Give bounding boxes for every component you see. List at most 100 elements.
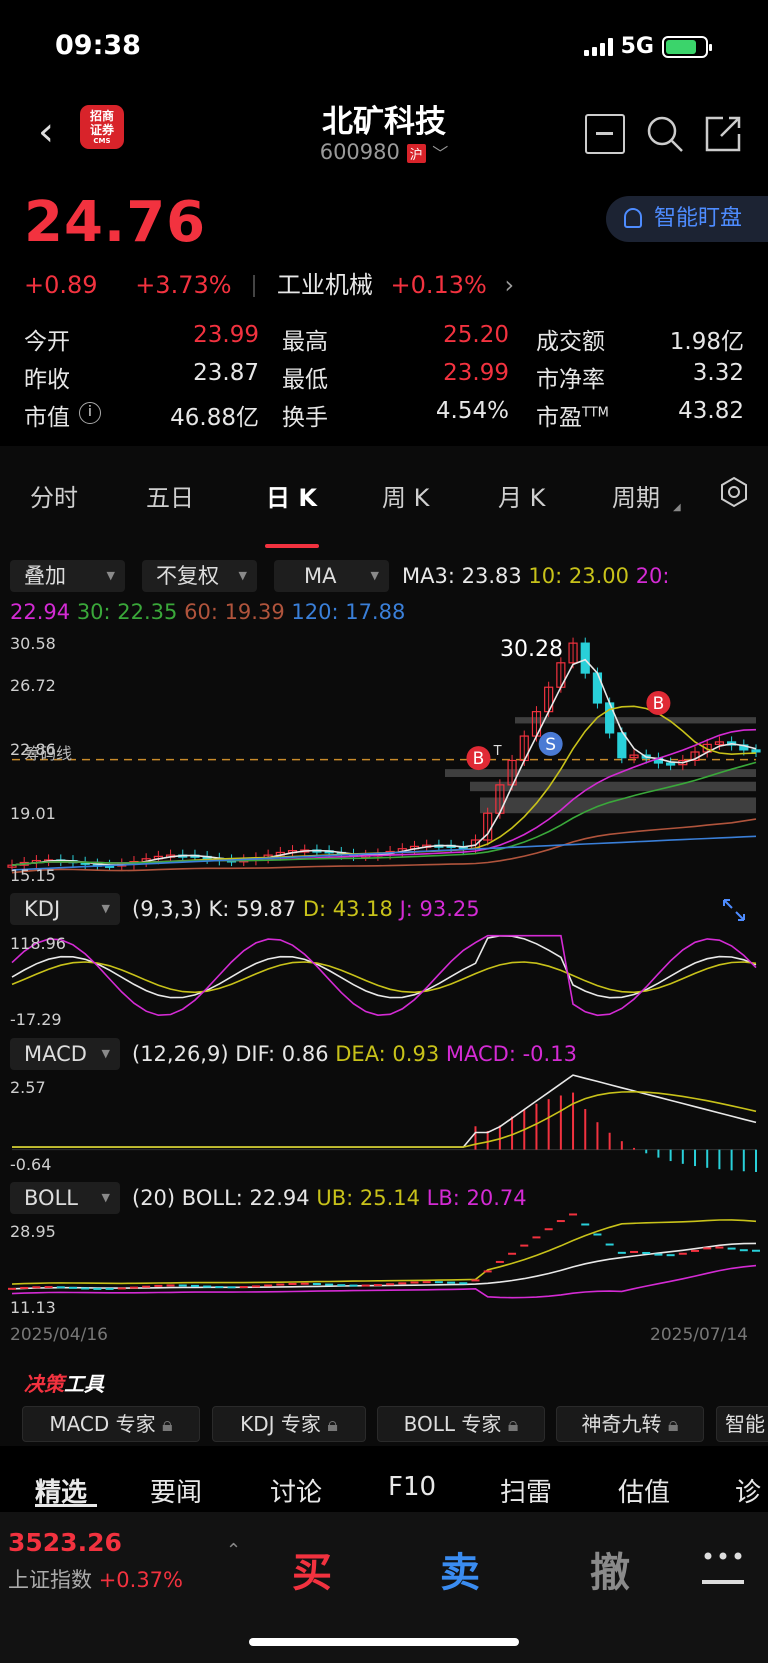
smart-watch-button[interactable]: 智能盯盘	[606, 196, 768, 242]
lock-icon: 🔒︎	[162, 1412, 173, 1436]
tab-risk-scan[interactable]: 扫雷	[500, 1472, 552, 1509]
kline-ytick-2: 26.72	[10, 676, 56, 695]
sell-marker-text: S	[545, 735, 556, 755]
tab-five-day[interactable]: 五日	[146, 478, 194, 513]
indicator-select[interactable]: MA	[274, 560, 389, 592]
low-value: 23.99	[443, 360, 509, 386]
kdj-chart[interactable]	[0, 925, 768, 1035]
tool-smart[interactable]: 智能	[716, 1406, 768, 1442]
date-start: 2025/04/16	[10, 1325, 108, 1345]
amount-label: 成交额	[536, 329, 605, 355]
lock-icon: 🔒︎	[507, 1412, 519, 1436]
content-tab-indicator	[35, 1504, 97, 1507]
boll-values: (20) BOLL: 22.94 UB: 25.14 LB: 20.74	[132, 1186, 527, 1210]
date-end: 2025/07/14	[650, 1325, 748, 1345]
kdj-values: (9,3,3) K: 59.87 D: 43.18 J: 93.25	[132, 897, 480, 921]
cancel-button[interactable]: 撤	[590, 1540, 630, 1598]
kline-candle	[580, 642, 590, 674]
pb-label: 市净率	[536, 367, 605, 393]
tab-valuation[interactable]: 估值	[618, 1472, 670, 1509]
tool-boll-expert[interactable]: BOLL 专家 🔒︎	[377, 1406, 545, 1442]
tool-magic-nine[interactable]: 神奇九转 🔒︎	[556, 1406, 704, 1442]
turnover-value: 4.54%	[435, 398, 509, 424]
period-corner-icon: ◢	[673, 502, 681, 513]
info-icon[interactable]: i	[79, 402, 101, 424]
chevron-right-icon[interactable]: ›	[504, 271, 514, 299]
period-tabs: 分时 五日 日 K 周 K 月 K 周期 ◢	[0, 470, 768, 526]
bell-icon	[624, 208, 642, 228]
macd-select[interactable]: MACD	[10, 1038, 120, 1070]
mcap-value: 46.88亿	[170, 405, 259, 431]
pe-value: 43.82	[678, 398, 744, 424]
tab-diagnosis[interactable]: 诊	[735, 1472, 761, 1509]
exchange-badge: 沪	[406, 143, 426, 163]
cost-line-label: 筹码线	[24, 744, 73, 763]
macd-dif-line	[12, 1074, 757, 1148]
kdj-j-line	[11, 934, 757, 1017]
tool-macd-expert[interactable]: MACD 专家 🔒︎	[22, 1406, 200, 1442]
boll-chart[interactable]	[0, 1212, 768, 1322]
adjust-select[interactable]: 不复权	[142, 560, 257, 592]
macd-dea-line	[12, 1090, 757, 1148]
sector-name[interactable]: 工业机械	[277, 271, 373, 299]
kdj-ytick-bottom: -17.29	[10, 1010, 62, 1029]
tab-weekly-k[interactable]: 周 K	[382, 478, 429, 513]
open-label: 今开	[24, 329, 70, 355]
kline-candle	[666, 762, 676, 766]
index-value[interactable]: 3523.26	[8, 1528, 122, 1557]
high-label: 最高	[282, 329, 328, 355]
tab-discussion[interactable]: 讨论	[270, 1472, 322, 1509]
pb-value: 3.32	[692, 360, 744, 386]
status-indicators: 5G	[583, 34, 712, 59]
minimize-icon[interactable]	[585, 114, 625, 154]
battery-icon	[662, 35, 712, 58]
kdj-select[interactable]: KDJ	[10, 893, 120, 925]
boll-ytick-top: 28.95	[10, 1222, 56, 1241]
price-change: +0.89	[24, 271, 98, 299]
decision-tools-title: 决策工具	[24, 1372, 104, 1396]
share-icon[interactable]	[703, 114, 743, 154]
buy-button[interactable]: 买	[292, 1540, 332, 1598]
boll-select[interactable]: BOLL	[10, 1182, 120, 1214]
ma120-line	[11, 835, 757, 871]
stats-grid: 今开 23.99 最高 25.20 成交额 1.98亿 昨收 23.87 最低 …	[24, 322, 744, 442]
sector-change[interactable]: +0.13%	[390, 271, 486, 299]
tab-news[interactable]: 要闻	[150, 1472, 202, 1509]
expand-icon[interactable]	[720, 896, 748, 924]
kline-chart[interactable]: B B S T	[0, 630, 768, 885]
kline-candle	[751, 749, 761, 753]
tab-f10[interactable]: F10	[388, 1472, 436, 1502]
macd-values: (12,26,9) DIF: 0.86 DEA: 0.93 MACD: -0.1…	[132, 1042, 577, 1066]
mcap-label: 市值	[24, 405, 70, 431]
overlay-select[interactable]: 叠加	[10, 560, 125, 592]
change-line: +0.89 +3.73% 工业机械 +0.13% ›	[24, 265, 514, 300]
kdj-ytick-top: 118.96	[10, 934, 66, 953]
active-tab-indicator	[265, 544, 319, 548]
tab-daily-k[interactable]: 日 K	[266, 478, 317, 513]
search-icon[interactable]	[645, 114, 685, 154]
turnover-label: 换手	[282, 405, 328, 431]
more-menu-icon[interactable]	[700, 1548, 746, 1592]
current-price: 24.76	[24, 190, 207, 255]
tool-kdj-expert[interactable]: KDJ 专家 🔒︎	[212, 1406, 366, 1442]
open-value: 23.99	[193, 322, 259, 348]
sell-button[interactable]: 卖	[440, 1540, 480, 1598]
collapse-up-icon[interactable]: ⌃	[226, 1540, 241, 1561]
signal-icon	[583, 37, 613, 56]
ma30-line	[11, 761, 757, 866]
status-time: 09:38	[55, 30, 141, 61]
index-name[interactable]: 上证指数 +0.37%	[8, 1564, 183, 1594]
tab-monthly-k[interactable]: 月 K	[498, 478, 545, 513]
macd-chart[interactable]	[0, 1070, 768, 1175]
high-value: 25.20	[443, 322, 509, 348]
low-label: 最低	[282, 367, 328, 393]
tab-period[interactable]: 周期	[612, 478, 660, 513]
ma-line-2: 22.94 30: 22.35 60: 19.39 120: 17.88	[10, 600, 406, 624]
prev-close-label: 昨收	[24, 367, 70, 393]
price-change-pct: +3.73%	[135, 271, 232, 299]
ma-line-1: MA3: 23.83 10: 23.00 20:	[402, 564, 670, 588]
tab-intraday[interactable]: 分时	[30, 478, 78, 513]
chart-settings-icon[interactable]	[718, 476, 750, 508]
buy-marker-text: B	[473, 749, 485, 769]
network-label: 5G	[620, 34, 654, 59]
